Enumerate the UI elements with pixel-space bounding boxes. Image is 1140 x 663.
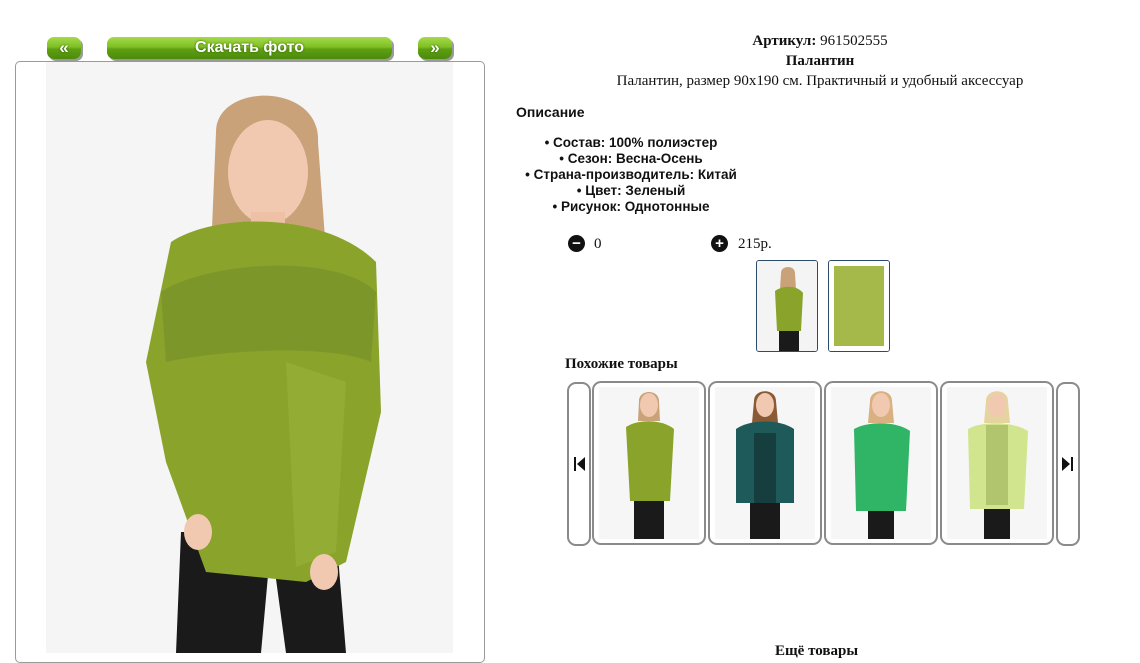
quantity-value: 0	[594, 236, 602, 252]
next-photo-button[interactable]: »	[418, 37, 452, 59]
main-product-photo	[46, 62, 453, 653]
product-name: Палантин	[785, 53, 855, 69]
skip-forward-icon	[1062, 457, 1073, 471]
similar-product-image	[831, 387, 931, 539]
similar-product-image	[947, 387, 1047, 539]
model-scarf-illustration	[46, 62, 453, 653]
product-short-description: Палантин, размер 90х190 см. Практичный и…	[616, 73, 1024, 89]
plus-icon[interactable]: +	[711, 235, 728, 252]
similar-product-image	[715, 387, 815, 539]
download-photo-button[interactable]: Скачать фото	[107, 37, 392, 59]
similar-product-card[interactable]	[940, 381, 1054, 545]
spec-list: Состав: 100% полиэстер Сезон: Весна-Осен…	[515, 135, 747, 215]
spec-item: Цвет: Зеленый	[515, 183, 747, 199]
article-value: 961502555	[820, 33, 888, 49]
similar-product-card[interactable]	[592, 381, 706, 545]
similar-products-title: Похожие товары	[565, 356, 678, 372]
thumbnail-fabric-image	[829, 261, 889, 351]
thumbnail-model[interactable]	[756, 260, 818, 352]
thumbnail-model-image	[757, 261, 817, 351]
similar-product-card[interactable]	[708, 381, 822, 545]
carousel-next-button[interactable]	[1056, 382, 1080, 546]
description-heading: Описание	[516, 104, 585, 120]
price-value: 215р.	[738, 236, 772, 252]
carousel-prev-button[interactable]	[567, 382, 591, 546]
thumbnail-fabric[interactable]	[828, 260, 890, 352]
more-products-title: Ещё товары	[775, 643, 859, 659]
spec-item: Рисунок: Однотонные	[515, 199, 747, 215]
similar-product-card[interactable]	[824, 381, 938, 545]
spec-item: Сезон: Весна-Осень	[515, 151, 747, 167]
spec-item: Состав: 100% полиэстер	[515, 135, 747, 151]
similar-product-image	[599, 387, 699, 539]
spec-item: Страна-производитель: Китай	[515, 167, 747, 183]
skip-back-icon	[574, 457, 585, 471]
article-label: Артикул:	[752, 33, 817, 49]
minus-icon[interactable]: −	[568, 235, 585, 252]
prev-photo-button[interactable]: «	[47, 37, 81, 59]
article-line: Артикул: 961502555	[500, 33, 1140, 50]
